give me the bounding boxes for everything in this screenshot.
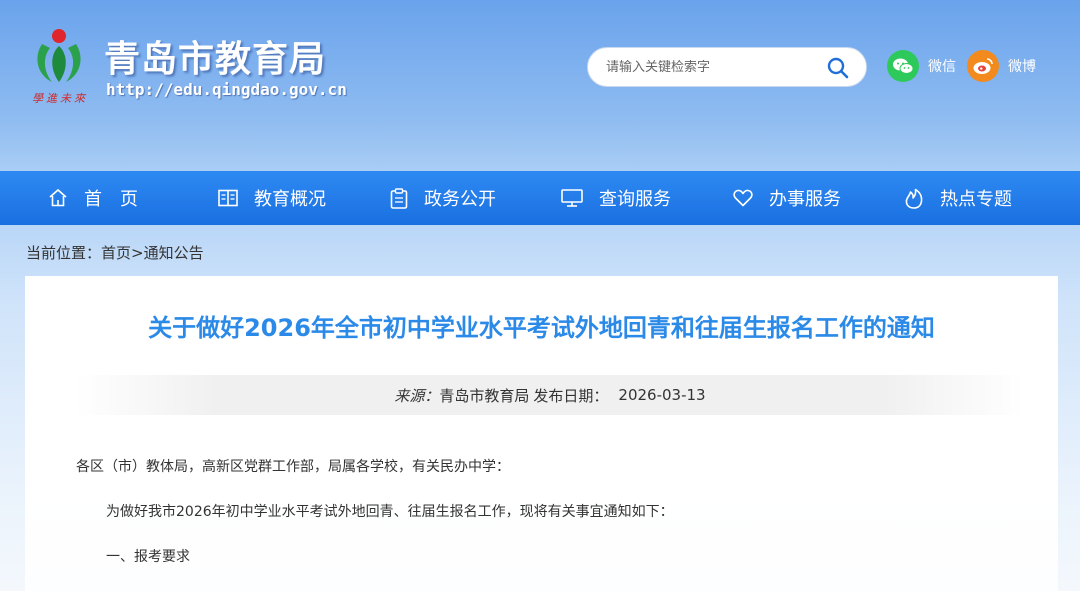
- site-url: http://edu.qingdao.gov.cn: [106, 80, 347, 99]
- wechat-icon: [887, 50, 919, 82]
- breadcrumb: 当前位置：首页>通知公告: [26, 242, 204, 263]
- nav-item-services[interactable]: 办事服务: [733, 171, 841, 225]
- weibo-label: 微博: [1008, 59, 1036, 75]
- nav-item-query[interactable]: 查询服务: [561, 171, 671, 225]
- nav-label: 政务公开: [424, 189, 496, 210]
- nav-label: 热点专题: [940, 189, 1012, 210]
- wechat-label: 微信: [928, 59, 956, 75]
- flame-icon: [905, 188, 923, 209]
- date-label: 发布日期：: [533, 386, 609, 405]
- date-value: 2026-03-13: [618, 386, 706, 404]
- search-box: [587, 47, 867, 87]
- nav-label: 教育概况: [254, 189, 326, 210]
- nav-item-hot-topics[interactable]: 热点专题: [904, 171, 1012, 225]
- nav-label: 首页: [84, 189, 156, 210]
- nav-label: 办事服务: [769, 189, 841, 210]
- search-input[interactable]: [606, 59, 816, 75]
- clipboard-icon: [390, 187, 408, 209]
- source-value: 青岛市教育局: [439, 386, 530, 405]
- source-label: 来源：: [394, 386, 440, 405]
- main-nav: 首页 教育概况 政务公开 查询服务 办事服务 热点专题: [0, 171, 1080, 225]
- home-icon: [49, 188, 67, 207]
- svg-text:未: 未: [60, 92, 72, 105]
- site-name[interactable]: 青岛市教育局: [104, 30, 326, 82]
- article-paragraph: 为做好我市2026年初中学业水平考试外地回青、往届生报名工作，现将有关事宜通知如…: [106, 504, 674, 520]
- svg-text:進: 進: [46, 92, 59, 105]
- wechat-link[interactable]: 微信: [887, 50, 956, 82]
- article-meta: 来源： 青岛市教育局 发布日期： 2026-03-13: [75, 375, 1025, 415]
- breadcrumb-separator: >: [131, 244, 144, 262]
- emblem-logo-icon[interactable]: 學 進 未 來: [30, 22, 88, 106]
- breadcrumb-home-link[interactable]: 首页: [101, 244, 131, 262]
- article-title: 关于做好2026年全市初中学业水平考试外地回青和往届生报名工作的通知: [148, 314, 935, 342]
- article-paragraph: 各区（市）教体局，高新区党群工作部，局属各学校，有关民办中学：: [76, 459, 510, 475]
- nav-item-gov-affairs[interactable]: 政务公开: [390, 171, 496, 225]
- weibo-link[interactable]: 微博: [967, 50, 1036, 82]
- svg-text:學: 學: [32, 92, 44, 105]
- book-icon: [218, 189, 238, 207]
- weibo-icon: [967, 50, 999, 82]
- article-panel: 关于做好2026年全市初中学业水平考试外地回青和往届生报名工作的通知 来源： 青…: [25, 276, 1058, 591]
- heart-icon: [733, 189, 753, 207]
- breadcrumb-current-link[interactable]: 通知公告: [144, 244, 204, 262]
- nav-item-home[interactable]: 首页: [48, 171, 156, 225]
- nav-label: 查询服务: [599, 189, 671, 210]
- site-header: 學 進 未 來 青岛市教育局 http://edu.qingdao.gov.cn…: [0, 0, 1080, 171]
- breadcrumb-prefix: 当前位置：: [26, 244, 102, 262]
- article-section-heading: 一、报考要求: [106, 549, 190, 565]
- svg-text:來: 來: [74, 92, 87, 105]
- monitor-icon: [561, 189, 583, 207]
- nav-item-overview[interactable]: 教育概况: [218, 171, 326, 225]
- search-icon[interactable]: [826, 56, 850, 80]
